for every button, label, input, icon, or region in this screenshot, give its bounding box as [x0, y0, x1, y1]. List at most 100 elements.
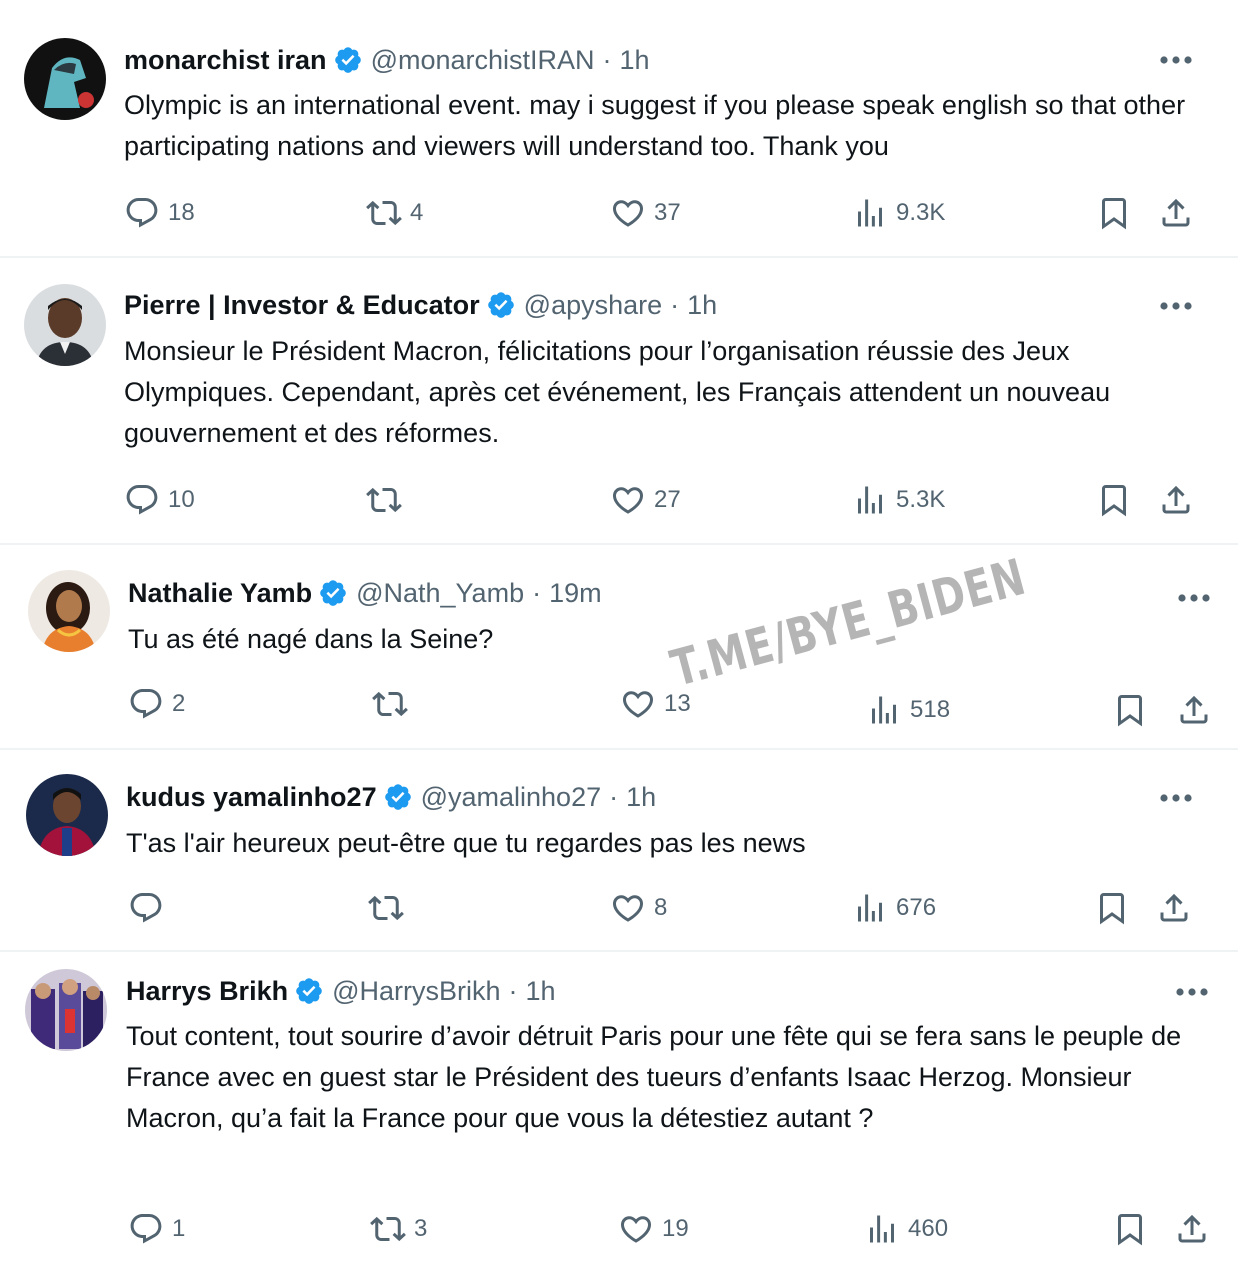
timestamp[interactable]: 1h	[626, 780, 656, 814]
retweet-icon	[370, 1211, 406, 1247]
avatar[interactable]	[26, 774, 108, 856]
handle[interactable]: @apyshare	[524, 288, 662, 322]
like-button[interactable]: 19	[618, 1209, 689, 1249]
more-icon[interactable]	[1176, 592, 1212, 604]
share-icon	[1176, 692, 1212, 728]
views-button[interactable]: 5.3K	[852, 480, 945, 520]
share-icon	[1156, 890, 1192, 926]
handle[interactable]: @yamalinho27	[421, 780, 602, 814]
retweet-icon	[368, 890, 404, 926]
views-icon	[852, 890, 888, 926]
views-icon	[852, 482, 888, 518]
bookmark-button[interactable]	[1096, 193, 1132, 233]
retweet-count: 3	[414, 1215, 428, 1242]
verified-badge-icon	[318, 578, 348, 608]
views-icon	[864, 1211, 900, 1247]
timestamp[interactable]: 1h	[526, 974, 556, 1008]
avatar-image	[24, 38, 106, 120]
avatar-image	[28, 570, 110, 652]
avatar[interactable]	[24, 284, 106, 366]
retweet-button[interactable]: 3	[370, 1209, 427, 1249]
tweet[interactable]: Pierre | Investor & Educator @apyshare ·…	[0, 258, 1238, 542]
tweet[interactable]: Nathalie Yamb @Nath_Yamb · 19m Tu as été…	[0, 545, 1238, 745]
bookmark-button[interactable]	[1112, 1209, 1148, 1249]
handle[interactable]: @monarchistIRAN	[371, 43, 595, 77]
reply-count: 1	[172, 1215, 186, 1242]
bookmark-icon	[1112, 1211, 1148, 1247]
bookmark-icon	[1094, 890, 1130, 926]
tweet[interactable]: Harrys Brikh @HarrysBrikh · 1h Tout cont…	[0, 952, 1238, 1280]
avatar-image	[26, 774, 108, 856]
share-icon	[1158, 195, 1194, 231]
display-name[interactable]: monarchist iran	[124, 43, 327, 77]
retweet-icon	[366, 195, 402, 231]
bookmark-button[interactable]	[1094, 888, 1130, 928]
handle[interactable]: @HarrysBrikh	[332, 974, 500, 1008]
share-button[interactable]	[1158, 480, 1194, 520]
like-button[interactable]: 37	[610, 193, 681, 233]
retweet-count: 4	[410, 199, 424, 226]
tweet-text: Tout content, tout sourire d’avoir détru…	[126, 1021, 1182, 1133]
views-button[interactable]: 518	[866, 690, 950, 730]
like-button[interactable]: 8	[610, 888, 667, 928]
more-icon[interactable]	[1158, 300, 1194, 312]
views-button[interactable]: 9.3K	[852, 193, 945, 233]
share-button[interactable]	[1176, 690, 1212, 730]
reply-button[interactable]: 10	[124, 480, 195, 520]
reply-button[interactable]	[128, 888, 172, 928]
reply-count: 18	[168, 199, 195, 226]
reply-count: 2	[172, 690, 186, 717]
avatar[interactable]	[28, 570, 110, 652]
reply-icon	[128, 686, 164, 722]
display-name[interactable]: Pierre | Investor & Educator	[124, 288, 480, 322]
share-icon	[1158, 482, 1194, 518]
timestamp[interactable]: 19m	[549, 576, 602, 610]
like-count: 37	[654, 199, 681, 226]
tweet[interactable]: monarchist iran @monarchistIRAN · 1h Oly…	[0, 0, 1238, 256]
bookmark-icon	[1096, 195, 1132, 231]
retweet-button[interactable]	[372, 684, 416, 724]
heart-icon	[610, 482, 646, 518]
retweet-button[interactable]	[368, 888, 412, 928]
display-name[interactable]: Nathalie Yamb	[128, 576, 312, 610]
avatar-image	[24, 284, 106, 366]
timestamp[interactable]: 1h	[620, 43, 650, 77]
like-button[interactable]: 27	[610, 480, 681, 520]
tweet[interactable]: kudus yamalinho27 @yamalinho27 · 1h T'as…	[0, 750, 1238, 948]
reply-button[interactable]: 1	[128, 1209, 185, 1249]
reply-icon	[124, 482, 160, 518]
views-button[interactable]: 676	[852, 888, 936, 928]
retweet-button[interactable]: 4	[366, 193, 423, 233]
avatar[interactable]	[25, 969, 107, 1051]
verified-badge-icon	[383, 782, 413, 812]
heart-icon	[610, 890, 646, 926]
views-button[interactable]: 460	[864, 1209, 948, 1249]
more-icon[interactable]	[1158, 54, 1194, 66]
display-name[interactable]: Harrys Brikh	[126, 974, 288, 1008]
more-icon[interactable]	[1174, 986, 1210, 998]
verified-badge-icon	[486, 290, 516, 320]
bookmark-button[interactable]	[1096, 480, 1132, 520]
share-button[interactable]	[1156, 888, 1192, 928]
retweet-button[interactable]	[366, 480, 410, 520]
share-button[interactable]	[1174, 1209, 1210, 1249]
reply-button[interactable]: 18	[124, 193, 195, 233]
avatar[interactable]	[24, 38, 106, 120]
handle[interactable]: @Nath_Yamb	[356, 576, 524, 610]
verified-badge-icon	[294, 976, 324, 1006]
more-icon[interactable]	[1158, 792, 1194, 804]
share-button[interactable]	[1158, 193, 1194, 233]
timestamp[interactable]: 1h	[687, 288, 717, 322]
views-count: 676	[896, 894, 937, 921]
verified-badge-icon	[333, 45, 363, 75]
display-name[interactable]: kudus yamalinho27	[126, 780, 377, 814]
like-count: 19	[662, 1215, 689, 1242]
separator: ·	[602, 45, 612, 75]
views-count: 5.3K	[896, 486, 946, 513]
views-icon	[852, 195, 888, 231]
reply-button[interactable]: 2	[128, 684, 185, 724]
tweet-text: T'as l'air heureux peut-être que tu rega…	[126, 828, 806, 858]
reply-icon	[124, 195, 160, 231]
bookmark-button[interactable]	[1112, 690, 1148, 730]
retweet-icon	[372, 686, 408, 722]
